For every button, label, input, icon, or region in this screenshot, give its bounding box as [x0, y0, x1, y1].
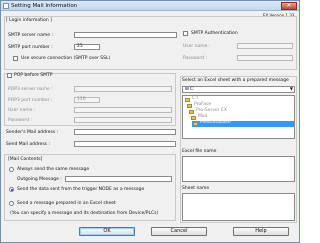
always-same-label: Always send the same message [17, 167, 90, 172]
window-title: Setting Mail Information [11, 3, 78, 9]
smtp-auth-label: SMTP Authentication [191, 31, 238, 36]
excel-sheet-header: Select an Excel sheet with a prepared me… [182, 78, 289, 83]
auth-user-label: User name : [183, 44, 211, 49]
pop-password-input[interactable] [74, 117, 172, 123]
chevron-down-icon[interactable]: ▼ [290, 87, 293, 91]
ssl-label: Use secure connection (SMTP over SSL) [21, 56, 111, 61]
trigger-node-label: Send the data sent from the trigger NODE… [17, 187, 145, 192]
drive-icon [185, 87, 189, 90]
excel-file-name-label: Excel file name [182, 149, 217, 154]
folder-tree[interactable]: C:\ ProFace Pro-Server EX Mail MailDatab… [182, 95, 295, 139]
tree-item-proface[interactable]: ProFace [194, 102, 211, 107]
tree-item-root[interactable]: C:\ [192, 96, 198, 101]
pop3-port-label: POP3 port number : [8, 98, 53, 103]
drive-select[interactable]: C: ▼ [182, 86, 295, 93]
pop-password-label: Password : [8, 118, 32, 123]
setting-mail-window: Setting Mail Information ✕ EX Version 1.… [0, 0, 300, 243]
title-bar[interactable]: Setting Mail Information ✕ [1, 1, 299, 11]
close-button[interactable]: ✕ [281, 2, 297, 10]
help-button[interactable]: Help [233, 227, 289, 236]
folder-icon [185, 98, 190, 102]
excel-message-note: (You can specify a message and its desti… [10, 211, 159, 216]
auth-user-input[interactable] [237, 43, 293, 49]
outgoing-message-input[interactable] [65, 176, 172, 182]
smtp-server-input[interactable] [74, 32, 177, 38]
ok-button[interactable]: OK [79, 227, 135, 236]
smtp-port-input[interactable]: 25 [74, 44, 100, 50]
excel-message-radio[interactable] [9, 201, 14, 206]
send-mail-input[interactable] [74, 141, 176, 147]
smtp-server-label: SMTP server name : [8, 33, 54, 38]
pop-before-smtp-label: POP before SMTP [14, 73, 53, 78]
pop3-server-label: POP3 server name : [8, 87, 53, 92]
always-same-radio[interactable] [9, 167, 14, 172]
tree-item-pro-server[interactable]: Pro-Server EX [196, 108, 227, 113]
pop-before-smtp-checkbox[interactable] [7, 73, 12, 78]
folder-open-icon [193, 122, 198, 126]
auth-password-input[interactable] [237, 55, 293, 61]
smtp-auth-checkbox[interactable] [183, 31, 188, 36]
auth-password-label: Password : [183, 56, 207, 61]
sheet-name-list[interactable] [182, 193, 295, 221]
excel-message-label: Send a message prepared in an Excel shee… [17, 201, 116, 206]
folder-icon [189, 110, 194, 114]
excel-file-list[interactable] [182, 156, 295, 182]
pop-user-label: User name : [8, 108, 36, 113]
smtp-port-label: SMTP port number : [8, 45, 53, 50]
pop-user-input[interactable] [74, 107, 172, 113]
tree-item-maildatabase[interactable]: MailDatabase [200, 120, 231, 125]
sheet-name-label: Sheet name [182, 186, 210, 191]
app-icon [3, 3, 9, 9]
ssl-checkbox[interactable] [13, 56, 18, 61]
trigger-node-radio[interactable] [9, 187, 14, 192]
pop3-port-input[interactable]: 110 [74, 97, 100, 103]
folder-open-icon [191, 116, 196, 120]
outgoing-message-label: Outgoing Message : [17, 177, 62, 182]
cancel-button[interactable]: Cancel [151, 227, 207, 236]
folder-icon [187, 104, 192, 108]
drive-select-value: C: [190, 87, 195, 92]
login-info-header: [ Login information ] [6, 18, 52, 23]
pop3-server-input[interactable] [74, 86, 172, 92]
tree-item-mail[interactable]: Mail [198, 114, 207, 119]
senders-mail-label: Sender's Mail address : [6, 130, 59, 135]
mail-contents-header: [Mail Contents] [8, 157, 43, 162]
senders-mail-input[interactable] [74, 129, 176, 135]
send-mail-label: Send Mail address : [6, 142, 50, 147]
